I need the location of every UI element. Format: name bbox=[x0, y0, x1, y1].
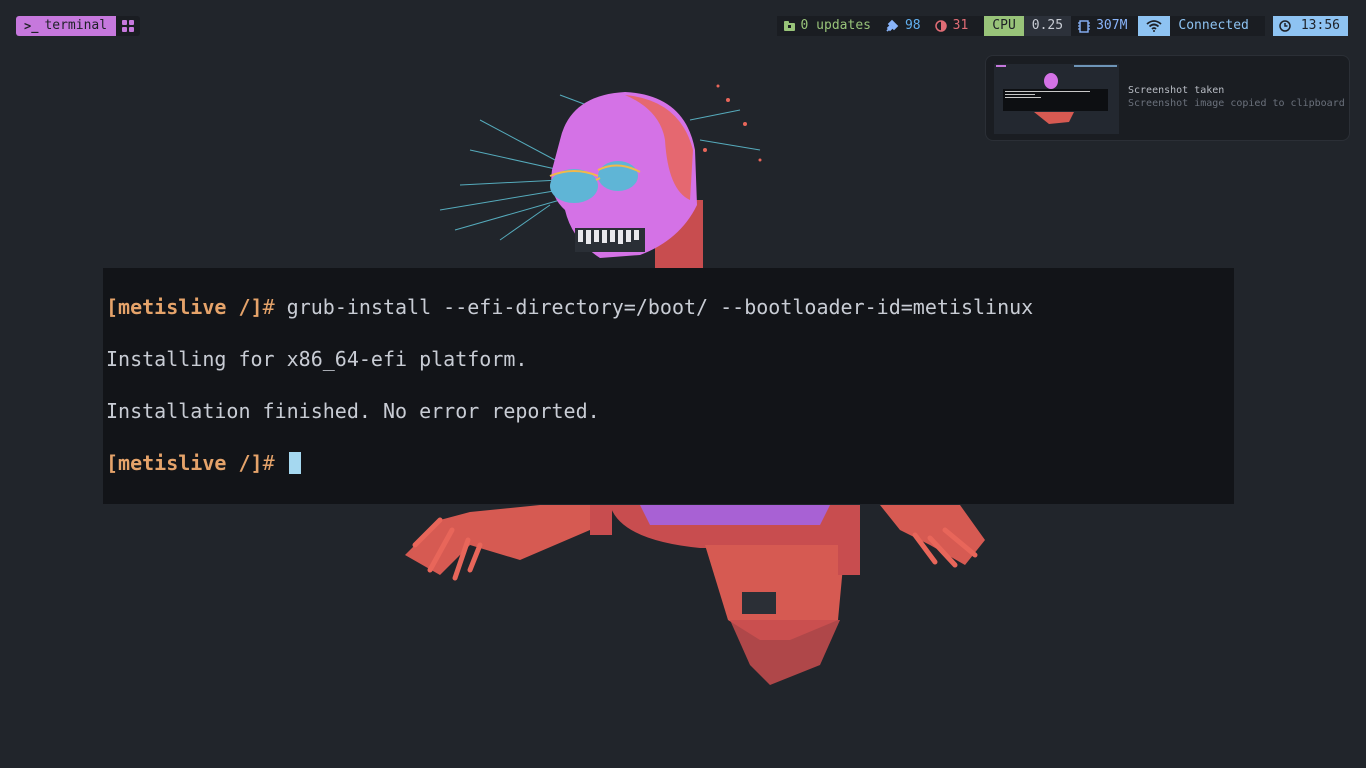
package-icon bbox=[783, 21, 795, 31]
prompt-bracket-close: ] bbox=[250, 451, 263, 475]
prompt-bracket-open: [ bbox=[106, 451, 119, 475]
memory-usage: 307M bbox=[1096, 18, 1128, 33]
network-status: Connected bbox=[1170, 16, 1265, 36]
terminal-prompt-icon: >_ bbox=[24, 19, 39, 33]
brightness-module[interactable]: 31 bbox=[927, 16, 976, 36]
updates-count: 0 updates bbox=[800, 18, 871, 33]
wifi-icon bbox=[1146, 20, 1162, 32]
plug-icon bbox=[886, 19, 899, 32]
battery-module[interactable]: 98 bbox=[877, 16, 928, 36]
workspace-label: terminal bbox=[44, 18, 108, 33]
status-modules: 0 updates 98 31 CPU 0.25 307M Connected … bbox=[776, 16, 1348, 36]
terminal-line-command: [metislive /]# grub-install --efi-direct… bbox=[106, 294, 1231, 320]
screenshot-thumbnail bbox=[994, 64, 1119, 134]
updates-module[interactable]: 0 updates bbox=[776, 16, 878, 36]
prompt-path: / bbox=[226, 295, 251, 319]
prompt-user: metislive bbox=[118, 451, 227, 475]
terminal-output-line: Installation finished. No error reported… bbox=[106, 399, 600, 423]
terminal-cursor[interactable] bbox=[288, 452, 301, 474]
battery-level: 98 bbox=[904, 18, 921, 33]
workspace-grid-icon bbox=[122, 20, 134, 32]
terminal-window[interactable]: [metislive /]# grub-install --efi-direct… bbox=[103, 268, 1234, 504]
notification-body: Screenshot image copied to clipboard bbox=[1128, 98, 1345, 109]
clock-button[interactable] bbox=[1272, 16, 1297, 36]
notification-title: Screenshot taken bbox=[1128, 85, 1225, 96]
clock-icon bbox=[1279, 20, 1291, 32]
clock-time: 13:56 bbox=[1296, 16, 1348, 36]
prompt-bracket-close: ] bbox=[250, 295, 263, 319]
command-text: grub-install --efi-directory=/boot/ --bo… bbox=[274, 295, 1034, 319]
workspace-indicator[interactable]: >_ terminal bbox=[16, 16, 117, 36]
screenshot-notification[interactable]: Screenshot taken Screenshot image copied… bbox=[985, 55, 1350, 141]
memory-module[interactable]: 307M bbox=[1071, 16, 1135, 36]
top-status-bar: >_ terminal 0 updates 98 31 CPU 0.25 307… bbox=[0, 16, 1366, 36]
terminal-line-prompt: [metislive /]# bbox=[106, 450, 1231, 476]
brightness-icon bbox=[934, 20, 947, 32]
memory-chip-icon bbox=[1078, 19, 1091, 33]
cpu-load: 0.25 bbox=[1023, 16, 1072, 36]
prompt-bracket-open: [ bbox=[106, 295, 119, 319]
prompt-user: metislive bbox=[118, 295, 227, 319]
network-button[interactable] bbox=[1138, 16, 1171, 36]
brightness-level: 31 bbox=[952, 18, 969, 33]
prompt-hash: # bbox=[262, 451, 275, 475]
prompt-hash: # bbox=[262, 295, 275, 319]
cpu-label: CPU bbox=[984, 16, 1024, 36]
prompt-path: / bbox=[226, 451, 251, 475]
workspace-grid-button[interactable] bbox=[116, 16, 140, 36]
terminal-output-line: Installing for x86_64-efi platform. bbox=[106, 347, 528, 371]
